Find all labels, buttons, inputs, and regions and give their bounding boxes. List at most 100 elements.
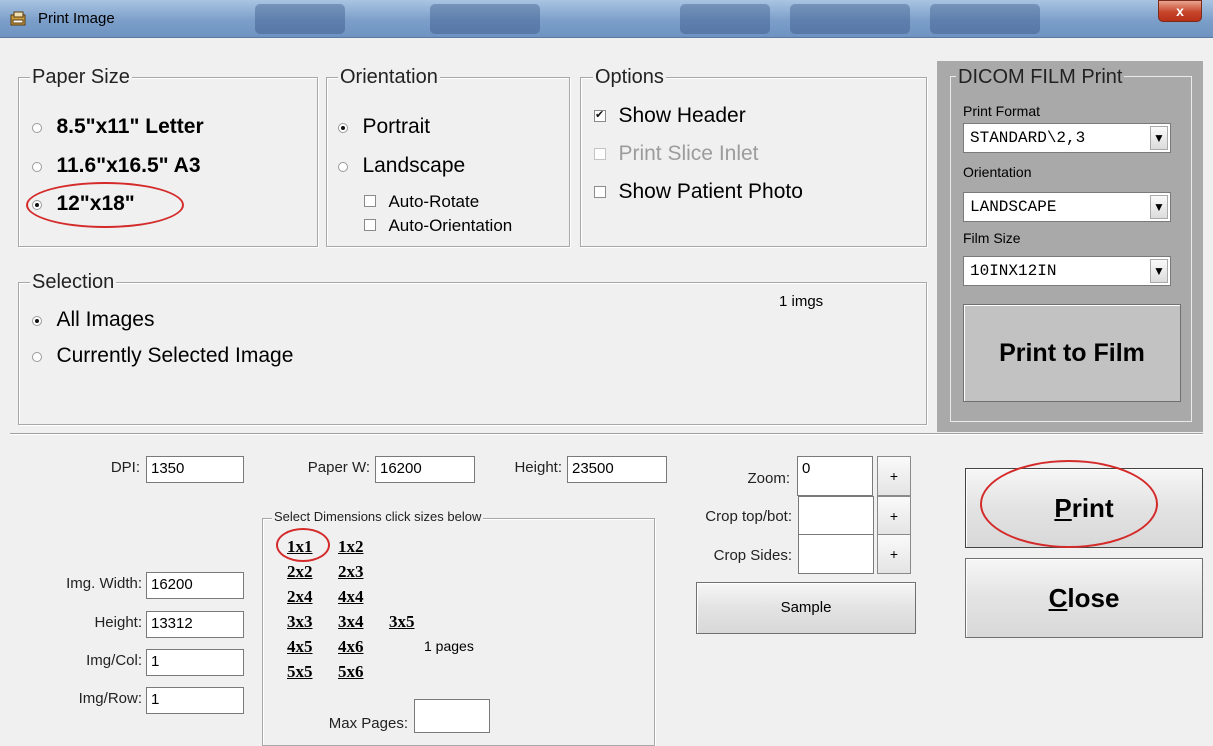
dimension-4x6-link[interactable]: 4x6 — [338, 637, 364, 657]
all-images-label: All Images — [56, 308, 155, 331]
dpi-label: DPI: — [110, 459, 140, 476]
crop-top-bot-plus-button[interactable]: + — [877, 496, 911, 536]
print-slice-inlet-checkbox[interactable] — [594, 148, 606, 160]
crop-sides-input[interactable] — [798, 534, 874, 574]
dimension-5x5-link[interactable]: 5x5 — [287, 662, 313, 682]
currently-selected-option[interactable]: Currently Selected Image — [32, 344, 293, 368]
red-annotation-ellipse — [980, 460, 1158, 548]
orientation-legend: Orientation — [338, 66, 440, 88]
film-size-label: Film Size — [963, 230, 1021, 246]
window-title: Print Image — [38, 10, 115, 27]
portrait-radio[interactable] — [338, 123, 348, 133]
crop-top-bot-label: Crop top/bot: — [705, 508, 792, 525]
img-row-label: Img/Row: — [78, 690, 142, 707]
dicom-legend: DICOM FILM Print — [956, 66, 1125, 89]
all-images-option[interactable]: All Images — [32, 308, 155, 332]
dimension-4x5-link[interactable]: 4x5 — [287, 637, 313, 657]
paper-a3-radio[interactable] — [32, 162, 42, 172]
img-width-label: Img. Width: — [66, 575, 142, 592]
red-annotation-ellipse — [26, 182, 184, 228]
paper-letter-label: 8.5"x11" Letter — [56, 115, 204, 138]
dimension-3x5-link[interactable]: 3x5 — [389, 612, 415, 632]
show-header-checkbox[interactable] — [594, 108, 606, 122]
background-blur — [680, 4, 770, 34]
zoom-input[interactable]: 0 — [797, 456, 873, 496]
close-mnemonic: C — [1048, 583, 1068, 613]
landscape-option[interactable]: Landscape — [338, 154, 465, 178]
paper-a3-label: 11.6"x16.5" A3 — [56, 154, 201, 177]
landscape-radio[interactable] — [338, 162, 348, 172]
currently-selected-label: Currently Selected Image — [56, 344, 294, 367]
show-patient-photo-option[interactable]: Show Patient Photo — [594, 180, 803, 204]
paper-width-label: Paper W: — [307, 459, 370, 476]
background-blur — [430, 4, 540, 34]
dicom-orientation-select[interactable]: LANDSCAPE — [963, 192, 1171, 222]
img-col-input[interactable]: 1 — [146, 649, 244, 676]
dimension-2x3-link[interactable]: 2x3 — [338, 562, 364, 582]
paper-height-label: Height: — [514, 459, 562, 476]
all-images-radio[interactable] — [32, 316, 42, 326]
close-button[interactable]: Close — [965, 558, 1203, 638]
print-to-film-button[interactable]: Print to Film — [963, 304, 1181, 402]
background-blur — [790, 4, 910, 34]
print-format-label: Print Format — [963, 103, 1041, 119]
portrait-option[interactable]: Portrait — [338, 115, 430, 139]
img-width-input[interactable]: 16200 — [146, 572, 244, 599]
close-window-button[interactable]: x — [1158, 0, 1202, 22]
show-header-option[interactable]: Show Header — [594, 104, 746, 128]
chevron-down-icon[interactable]: ▼ — [1150, 126, 1168, 150]
auto-rotate-option[interactable]: Auto-Rotate — [364, 192, 479, 212]
show-header-label: Show Header — [618, 104, 746, 127]
paper-size-legend: Paper Size — [30, 66, 132, 88]
dimension-2x4-link[interactable]: 2x4 — [287, 587, 313, 607]
dimension-3x4-link[interactable]: 3x4 — [338, 612, 364, 632]
paper-letter-option[interactable]: 8.5"x11" Letter — [32, 115, 204, 139]
dimension-4x4-link[interactable]: 4x4 — [338, 587, 364, 607]
dimension-3x3-link[interactable]: 3x3 — [287, 612, 313, 632]
currently-selected-radio[interactable] — [32, 352, 42, 362]
paper-a3-option[interactable]: 11.6"x16.5" A3 — [32, 154, 201, 178]
image-count: 1 imgs — [779, 293, 824, 310]
dimension-5x6-link[interactable]: 5x6 — [338, 662, 364, 682]
chevron-down-icon[interactable]: ▼ — [1150, 259, 1168, 283]
film-size-value: 10INX12IN — [970, 262, 1057, 280]
dimensions-legend: Select Dimensions click sizes below — [272, 509, 484, 525]
print-format-value: STANDARD\2,3 — [970, 129, 1086, 147]
dicom-orientation-value: LANDSCAPE — [970, 198, 1057, 216]
print-format-select[interactable]: STANDARD\2,3 — [963, 123, 1171, 153]
landscape-label: Landscape — [362, 154, 466, 177]
sample-button[interactable]: Sample — [696, 582, 916, 634]
app-icon — [10, 11, 26, 26]
img-height-label: Height: — [94, 614, 142, 631]
img-height-input[interactable]: 13312 — [146, 611, 244, 638]
crop-sides-plus-button[interactable]: + — [877, 534, 911, 574]
max-pages-label: Max Pages: — [328, 715, 408, 732]
background-blur — [255, 4, 345, 34]
auto-orientation-option[interactable]: Auto-Orientation — [364, 216, 512, 236]
red-annotation-ellipse — [276, 528, 330, 562]
close-label: lose — [1067, 583, 1120, 613]
paper-letter-radio[interactable] — [32, 123, 42, 133]
print-slice-inlet-option[interactable]: Print Slice Inlet — [594, 142, 759, 166]
zoom-plus-button[interactable]: + — [877, 456, 911, 496]
auto-orientation-checkbox[interactable] — [364, 219, 376, 231]
max-pages-input[interactable] — [414, 699, 490, 733]
crop-top-bot-input[interactable] — [798, 496, 874, 536]
auto-rotate-checkbox[interactable] — [364, 195, 376, 207]
title-bar — [0, 0, 1213, 38]
film-size-select[interactable]: 10INX12IN — [963, 256, 1171, 286]
img-row-input[interactable]: 1 — [146, 687, 244, 714]
options-legend: Options — [593, 66, 666, 88]
dimension-2x2-link[interactable]: 2x2 — [287, 562, 313, 582]
show-patient-photo-checkbox[interactable] — [594, 186, 606, 198]
auto-orientation-label: Auto-Orientation — [388, 216, 513, 235]
paper-height-input[interactable]: 23500 — [567, 456, 667, 483]
chevron-down-icon[interactable]: ▼ — [1150, 195, 1168, 219]
dpi-input[interactable]: 1350 — [146, 456, 244, 483]
crop-sides-label: Crop Sides: — [713, 547, 792, 564]
background-blur — [930, 4, 1040, 34]
dimension-1x2-link[interactable]: 1x2 — [338, 537, 364, 557]
show-patient-photo-label: Show Patient Photo — [618, 180, 803, 203]
paper-width-input[interactable]: 16200 — [375, 456, 475, 483]
pages-count: 1 pages — [424, 638, 474, 654]
